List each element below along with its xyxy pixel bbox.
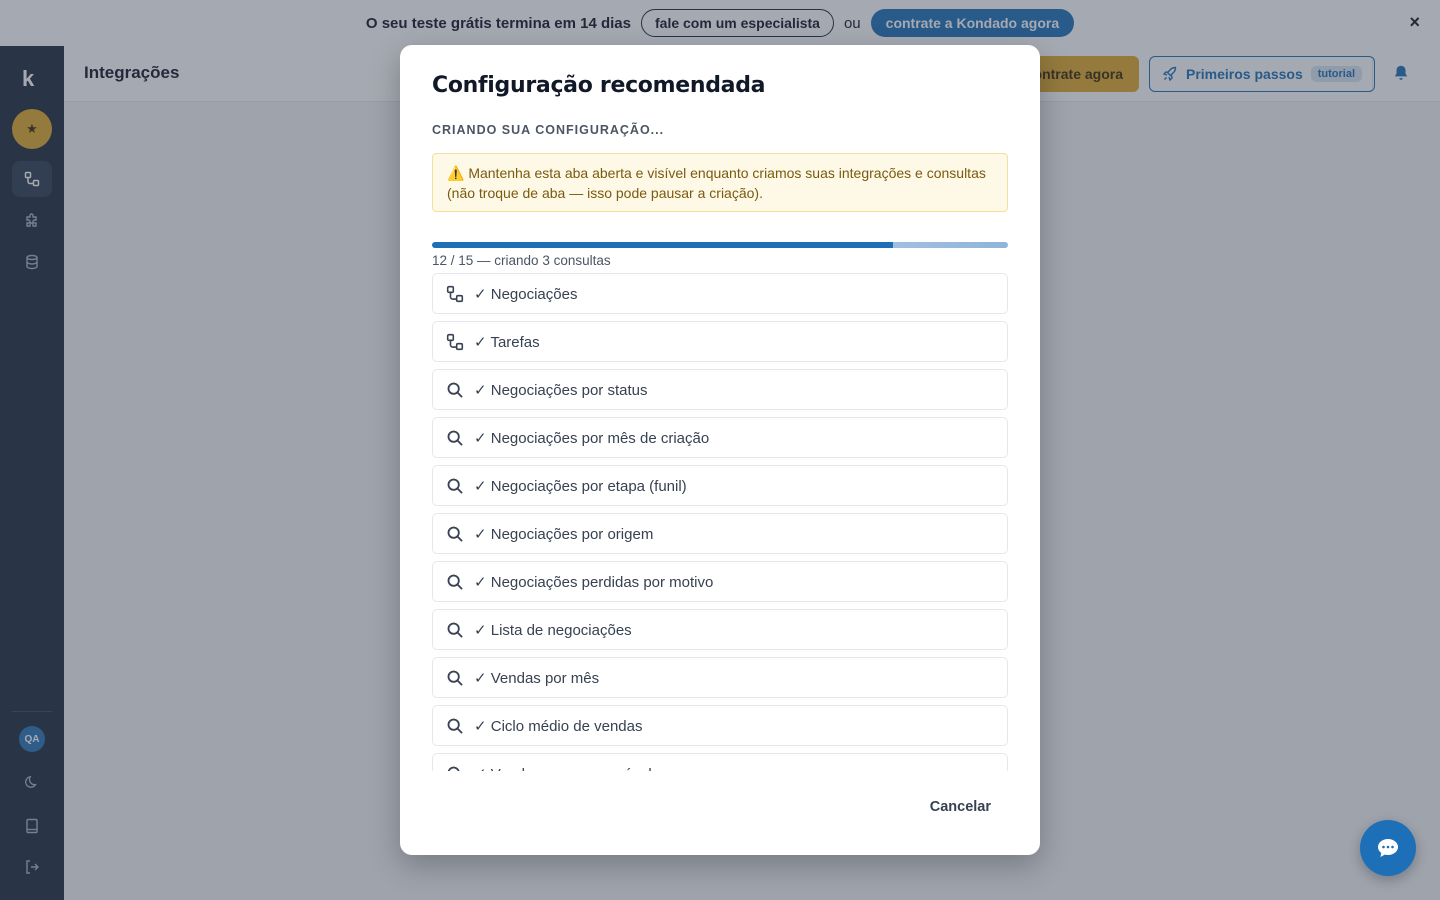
list-item-label: ✓ Negociações por status (474, 381, 648, 399)
search-icon (446, 669, 464, 687)
list-item: ✓ Negociações por status (432, 369, 1008, 410)
progress-text: 12 / 15 — criando 3 consultas (432, 253, 611, 268)
list-item: ✓ Vendas por mês (432, 657, 1008, 698)
modal-subtitle: CRIANDO SUA CONFIGURAÇÃO... (432, 123, 665, 137)
list-item: ✓ Negociações por mês de criação (432, 417, 1008, 458)
list-item-label: ✓ Ciclo médio de vendas (474, 717, 643, 735)
list-item: ✓ Lista de negociações (432, 609, 1008, 650)
modal-title: Configuração recomendada (432, 73, 766, 98)
recommended-setup-modal: Configuração recomendada CRIANDO SUA CON… (400, 45, 1040, 855)
list-item-label: ✓ Negociações por origem (474, 525, 654, 543)
list-item-label: ✓ Vendas por mês (474, 669, 600, 687)
list-item: ✓ Vendas por responsável (432, 753, 1008, 771)
cancel-button[interactable]: Cancelar (930, 799, 991, 815)
search-icon (446, 525, 464, 543)
chat-button[interactable] (1360, 820, 1416, 876)
integration-icon (446, 333, 464, 351)
progress-bar (432, 242, 1008, 248)
search-icon (446, 573, 464, 591)
list-item: ✓ Negociações por etapa (funil) (432, 465, 1008, 506)
search-icon (446, 477, 464, 495)
list-item-label: ✓ Tarefas (474, 333, 540, 351)
search-icon (446, 429, 464, 447)
setup-item-list[interactable]: ✓ Negociações ✓ Tarefas ✓ Negociações por … (432, 273, 1008, 771)
list-item-label: ✓ Negociações perdidas por motivo (474, 573, 714, 591)
list-item-label: ✓ Negociações por etapa (funil) (474, 477, 687, 495)
chat-bubble-icon (1378, 839, 1398, 857)
list-item-label: ✓ Negociações por mês de criação (474, 429, 710, 447)
integration-icon (446, 285, 464, 303)
search-icon (446, 717, 464, 735)
list-item: ✓ Negociações por origem (432, 513, 1008, 554)
list-item-label: ✓ Negociações (474, 285, 578, 303)
keep-tab-open-alert: ⚠️ Mantenha esta aba aberta e visível en… (432, 153, 1008, 212)
progress-bar-fill (432, 242, 893, 248)
list-item-label: ✓ Lista de negociações (474, 621, 632, 639)
search-icon (446, 621, 464, 639)
search-icon (446, 765, 464, 771)
list-item: ✓ Negociações (432, 273, 1008, 314)
list-item-label: ✓ Vendas por responsável (474, 765, 652, 772)
list-item: ✓ Negociações perdidas por motivo (432, 561, 1008, 602)
list-item: ✓ Ciclo médio de vendas (432, 705, 1008, 746)
search-icon (446, 381, 464, 399)
list-item: ✓ Tarefas (432, 321, 1008, 362)
